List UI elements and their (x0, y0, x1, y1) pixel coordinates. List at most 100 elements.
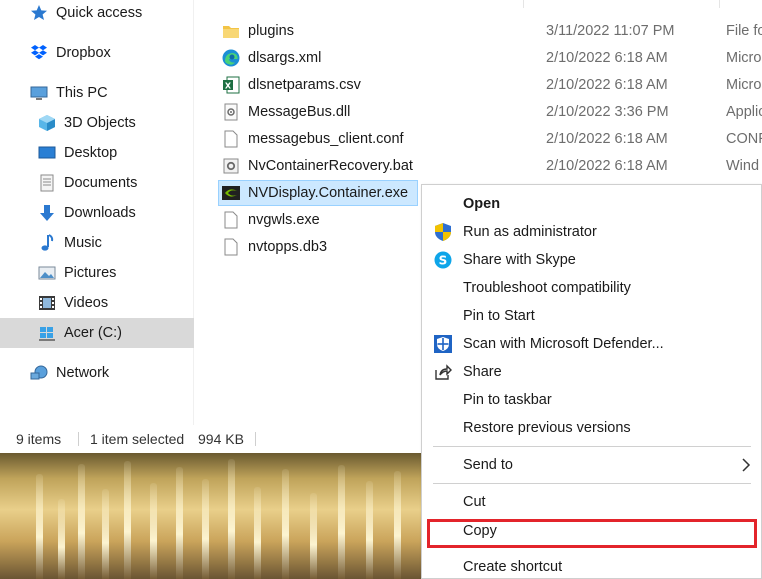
wallpaper-streak (36, 474, 43, 579)
menu-label: Scan with Microsoft Defender... (463, 336, 664, 352)
menu-item-restore-previous-versions[interactable]: Restore previous versions (422, 414, 761, 442)
excel-icon: X (221, 75, 241, 95)
blank-file-icon (221, 129, 241, 149)
nav-label: Dropbox (56, 45, 111, 61)
menu-label: Troubleshoot compatibility (463, 280, 631, 296)
computer-icon (30, 84, 48, 102)
navigation-pane: Quick access Dropbox This PC 3D Objects … (0, 0, 194, 425)
uac-shield-icon (432, 221, 454, 243)
file-row[interactable]: MessageBus.dll 2/10/2022 3:36 PM Applic (218, 99, 762, 125)
menu-label: Cut (463, 494, 486, 510)
menu-item-pin-to-taskbar[interactable]: Pin to taskbar (422, 386, 761, 414)
wallpaper-streak (176, 467, 183, 579)
nav-item-downloads[interactable]: Downloads (0, 198, 194, 228)
network-icon (30, 364, 48, 382)
chevron-right-icon (741, 457, 751, 476)
file-date: 2/10/2022 6:18 AM (546, 158, 668, 174)
file-date: 2/10/2022 3:36 PM (546, 104, 669, 120)
batch-file-icon (221, 156, 241, 176)
file-type: Micro (726, 77, 762, 93)
nav-item-desktop[interactable]: Desktop (0, 138, 194, 168)
file-name-cell[interactable]: MessageBus.dll (218, 99, 414, 125)
file-row[interactable]: messagebus_client.conf 2/10/2022 6:18 AM… (218, 126, 762, 152)
file-row[interactable]: dlsargs.xml 2/10/2022 6:18 AM Micro (218, 45, 762, 71)
blank-file-icon (221, 237, 241, 257)
document-icon (38, 174, 56, 192)
nav-label: 3D Objects (64, 115, 136, 131)
menu-label: Open (463, 196, 501, 212)
nav-item-dropbox[interactable]: Dropbox (0, 38, 194, 68)
nav-label: Downloads (64, 205, 136, 221)
wallpaper-streak (394, 471, 401, 579)
menu-item-share[interactable]: Share (422, 358, 761, 386)
file-type: CONF (726, 131, 762, 147)
wallpaper-streak (124, 461, 131, 579)
file-name: dlsnetparams.csv (248, 77, 361, 93)
file-name-cell[interactable]: X dlsnetparams.csv (218, 72, 414, 98)
file-name: NVDisplay.Container.exe (248, 185, 409, 201)
nav-item-network[interactable]: Network (0, 358, 194, 388)
file-name-cell[interactable]: dlsargs.xml (218, 45, 414, 71)
menu-item-run-as-administrator[interactable]: Run as administrator (422, 218, 761, 246)
status-item-count: 9 items (16, 431, 62, 447)
menu-item-troubleshoot-compatibility[interactable]: Troubleshoot compatibility (422, 274, 761, 302)
file-name-cell[interactable]: plugins (218, 18, 414, 44)
share-icon (432, 361, 454, 383)
drive-icon (38, 324, 56, 342)
nav-item-acer-c[interactable]: Acer (C:) (0, 318, 194, 348)
wallpaper-streak (150, 483, 157, 579)
wallpaper-streak (78, 464, 85, 579)
file-name: NvContainerRecovery.bat (248, 158, 413, 174)
nav-label: Desktop (64, 145, 118, 161)
column-divider (719, 0, 720, 8)
file-date: 2/10/2022 6:18 AM (546, 131, 668, 147)
nav-item-music[interactable]: Music (0, 228, 194, 258)
menu-label: Restore previous versions (463, 420, 631, 436)
file-name-cell[interactable]: nvgwls.exe (218, 207, 414, 233)
menu-item-scan-with-defender[interactable]: Scan with Microsoft Defender... (422, 330, 761, 358)
file-row[interactable]: X dlsnetparams.csv 2/10/2022 6:18 AM Mic… (218, 72, 762, 98)
menu-item-send-to[interactable]: Send to (422, 451, 761, 479)
file-row[interactable]: plugins 3/11/2022 11:07 PM File fo (218, 18, 762, 44)
nav-item-quick-access[interactable]: Quick access (0, 0, 194, 28)
svg-text:S: S (439, 254, 448, 268)
file-name-cell[interactable]: NvContainerRecovery.bat (218, 153, 414, 179)
column-divider (523, 0, 524, 8)
wallpaper-streak (254, 487, 261, 579)
nav-item-videos[interactable]: Videos (0, 288, 194, 318)
nav-item-documents[interactable]: Documents (0, 168, 194, 198)
wallpaper-streak (202, 479, 209, 579)
cube-icon (38, 114, 56, 132)
nav-item-pictures[interactable]: Pictures (0, 258, 194, 288)
download-arrow-icon (38, 204, 56, 222)
desktop-icon (38, 144, 56, 162)
file-name-cell[interactable]: messagebus_client.conf (218, 126, 414, 152)
nav-label: This PC (56, 85, 108, 101)
context-menu: Open Run as administrator S Share with S… (421, 184, 762, 579)
file-date: 2/10/2022 6:18 AM (546, 77, 668, 93)
exe-icon (221, 210, 241, 230)
menu-label: Pin to taskbar (463, 392, 552, 408)
nav-label: Music (64, 235, 102, 251)
file-type: Wind (726, 158, 760, 174)
nav-label: Videos (64, 295, 109, 311)
file-name-cell[interactable]: NVDisplay.Container.exe (218, 180, 418, 206)
nav-label: Quick access (56, 5, 143, 21)
file-row[interactable]: NvContainerRecovery.bat 2/10/2022 6:18 A… (218, 153, 762, 179)
nav-item-this-pc[interactable]: This PC (0, 78, 194, 108)
menu-item-share-with-skype[interactable]: S Share with Skype (422, 246, 761, 274)
wallpaper-streak (310, 493, 317, 579)
nav-label: Documents (64, 175, 138, 191)
status-divider (78, 432, 79, 446)
nav-item-3d-objects[interactable]: 3D Objects (0, 108, 194, 138)
nav-label: Acer (C:) (64, 325, 122, 341)
file-name: nvtopps.db3 (248, 239, 328, 255)
file-name-cell[interactable]: nvtopps.db3 (218, 234, 414, 260)
defender-shield-icon (432, 333, 454, 355)
menu-item-cut[interactable]: Cut (422, 488, 761, 516)
menu-item-create-shortcut[interactable]: Create shortcut (422, 553, 761, 579)
status-selection: 1 item selected (90, 431, 185, 447)
menu-item-pin-to-start[interactable]: Pin to Start (422, 302, 761, 330)
file-name: dlsargs.xml (248, 50, 322, 66)
menu-item-open[interactable]: Open (422, 190, 761, 218)
